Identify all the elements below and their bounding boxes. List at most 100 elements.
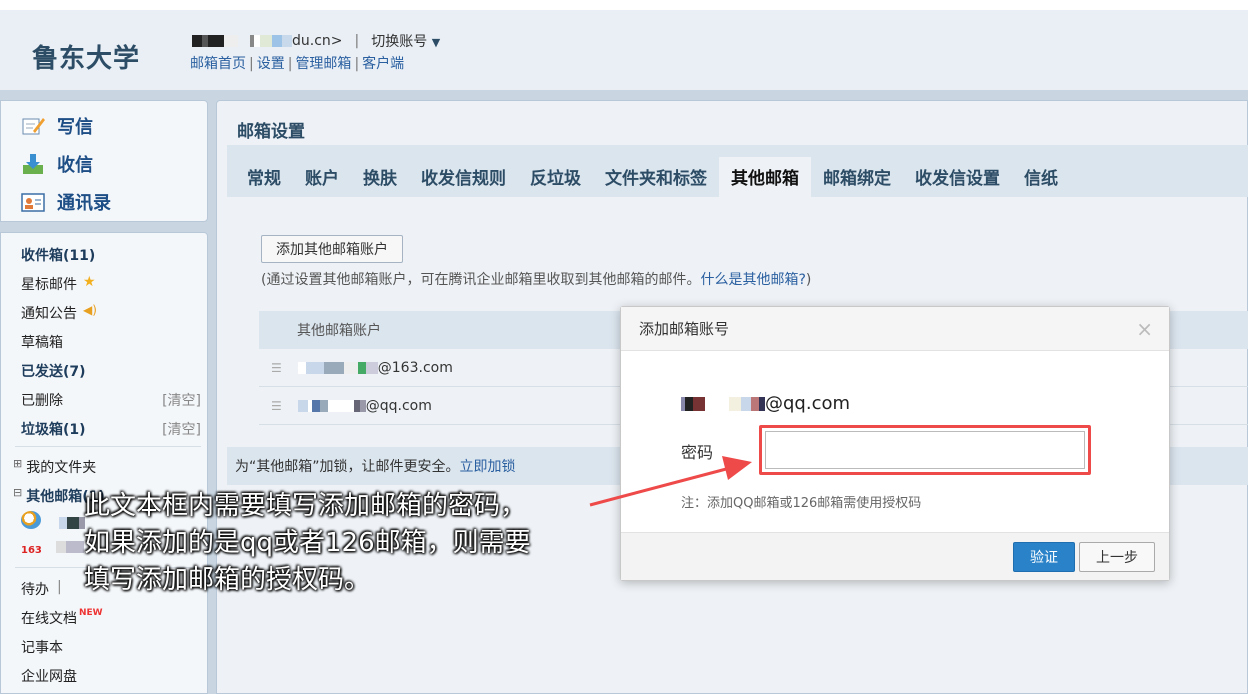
compose-icon — [21, 115, 45, 137]
empty-junk-link[interactable]: [清空] — [162, 419, 201, 439]
other-mailbox-163[interactable]: 163 — [21, 541, 85, 557]
tool-label: 企业网盘 — [21, 669, 77, 685]
settings-tabs: 常规 账户 换肤 收发信规则 反垃圾 文件夹和标签 其他邮箱 邮箱绑定 收发信设… — [227, 145, 1248, 197]
close-icon[interactable]: × — [1136, 317, 1153, 341]
annotation-line: 填写添加邮箱的授权码。 — [84, 565, 371, 595]
annotation-text: 此文本框内需要填写添加邮箱的密码， 如果添加的是qq或者126邮箱，则需要 填写… — [84, 488, 531, 599]
tab-send-receive-settings[interactable]: 收发信设置 — [903, 157, 1012, 197]
tab-general[interactable]: 常规 — [235, 157, 293, 197]
switch-account-link[interactable]: 切换账号 ▼ — [371, 31, 440, 51]
163-logo-icon: 163 — [21, 545, 42, 556]
expand-plus-icon: ⊞ — [13, 457, 23, 470]
compose-button[interactable]: 写信 — [21, 113, 93, 139]
tool-online-docs[interactable]: 在线文档 NEW — [21, 608, 201, 628]
command-box: 写信 收信 通讯录 — [0, 100, 208, 222]
what-is-other-mailbox-link[interactable]: 什么是其他邮箱? — [700, 272, 805, 288]
dialog-footer: 验证 上一步 — [621, 532, 1169, 580]
lock-now-link[interactable]: 立即加锁 — [460, 456, 516, 476]
folder-label: 收件箱(11) — [21, 248, 96, 264]
account-suffix: @163.com — [377, 359, 453, 376]
drag-handle-icon[interactable]: ☰ — [271, 399, 282, 413]
collapse-minus-icon: ⊟ — [13, 486, 23, 499]
receive-label: 收信 — [57, 155, 93, 176]
drag-handle-icon[interactable]: ☰ — [271, 361, 282, 375]
header: 鲁东大学 du.cn> | 切换账号 ▼ 邮箱首页 | 设置 | 管理邮箱 | 客户端 — [0, 10, 1248, 96]
folder-notices[interactable]: 通知公告 ◀) — [21, 303, 201, 323]
email-suffix: @qq.com — [765, 393, 851, 414]
tab-mailbox-binding[interactable]: 邮箱绑定 — [811, 157, 903, 197]
folder-drafts[interactable]: 草稿箱 — [21, 332, 201, 352]
folder-label: 星标邮件 — [21, 277, 77, 293]
add-other-mailbox-button[interactable]: 添加其他邮箱账户 — [261, 235, 403, 263]
my-folders[interactable]: ⊞ 我的文件夹 — [13, 457, 193, 477]
receive-button[interactable]: 收信 — [21, 151, 93, 177]
contacts-label: 通讯录 — [57, 193, 111, 214]
folder-sent[interactable]: 已发送(7) — [21, 361, 201, 381]
divider — [15, 446, 201, 447]
redacted-email — [250, 35, 292, 47]
account-email-suffix: du.cn> — [292, 33, 343, 49]
tool-separator: | — [57, 579, 62, 595]
dialog-email: @qq.com — [681, 393, 850, 414]
verify-button[interactable]: 验证 — [1013, 542, 1075, 572]
redacted-account — [297, 361, 378, 374]
tool-label: 记事本 — [21, 640, 63, 656]
empty-deleted-link[interactable]: [清空] — [162, 390, 201, 410]
manage-mailbox-link[interactable]: 管理邮箱 — [295, 56, 351, 72]
folder-deleted[interactable]: 已删除 [清空] — [21, 390, 201, 410]
page-title: 邮箱设置 — [237, 122, 305, 142]
redacted-account — [56, 541, 85, 553]
folder-inbox[interactable]: 收件箱(11) — [21, 245, 201, 265]
hint-prefix: (通过设置其他邮箱账户，可在腾讯企业邮箱里收取到其他邮箱的邮件。 — [261, 272, 701, 288]
hint-text: (通过设置其他邮箱账户，可在腾讯企业邮箱里收取到其他邮箱的邮件。什么是其他邮箱?… — [261, 269, 811, 289]
folder-starred[interactable]: 星标邮件 ★ — [21, 274, 201, 294]
caret-down-icon: ▼ — [431, 36, 441, 49]
annotation-line: 此文本框内需要填写添加邮箱的密码， — [84, 491, 527, 521]
mail-home-link[interactable]: 邮箱首页 — [190, 56, 246, 72]
tool-netdisk[interactable]: 企业网盘 — [21, 666, 201, 686]
auth-code-note: 注：添加QQ邮箱或126邮箱需使用授权码 — [681, 496, 922, 511]
tool-notepad[interactable]: 记事本 — [21, 637, 201, 657]
password-input[interactable] — [765, 431, 1085, 469]
tab-other-mailboxes[interactable]: 其他邮箱 — [719, 157, 811, 197]
tab-rules[interactable]: 收发信规则 — [409, 157, 518, 197]
tab-antispam[interactable]: 反垃圾 — [518, 157, 593, 197]
client-link[interactable]: 客户端 — [362, 56, 404, 72]
add-account-dialog: 添加邮箱账号 × @qq.com 密码 注：添加QQ邮箱或126邮箱需使用授权码… — [620, 306, 1170, 581]
star-icon: ★ — [83, 274, 96, 290]
sidebar: 写信 收信 通讯录 收件箱(11) 星标邮件 ★ 通知公告 ◀) 草稿箱 已发送(7… — [0, 96, 216, 694]
redacted-account — [59, 517, 86, 529]
tab-skin[interactable]: 换肤 — [351, 157, 409, 197]
switch-account-label: 切换账号 — [371, 34, 428, 50]
tab-account[interactable]: 账户 — [293, 157, 351, 197]
other-mailbox-qq[interactable] — [21, 511, 86, 533]
folder-list: 收件箱(11) 星标邮件 ★ 通知公告 ◀) 草稿箱 已发送(7) 已删除 [清空] … — [0, 232, 208, 694]
account-separator: | — [354, 33, 360, 49]
qq-logo-icon — [21, 511, 41, 529]
top-strip — [0, 0, 1248, 10]
logo[interactable]: 鲁东大学 — [32, 38, 140, 75]
lock-text: 为“其他邮箱”加锁，让邮件更安全。 — [235, 459, 460, 475]
hint-suffix: ) — [805, 272, 812, 288]
speaker-icon: ◀) — [83, 303, 97, 317]
redacted-name — [192, 35, 238, 47]
back-button[interactable]: 上一步 — [1079, 542, 1155, 572]
tab-folders-labels[interactable]: 文件夹和标签 — [593, 157, 719, 197]
redacted-account — [297, 399, 366, 412]
settings-link[interactable]: 设置 — [257, 56, 285, 72]
folder-label: 已删除 — [21, 393, 63, 409]
account-suffix: @qq.com — [365, 397, 432, 414]
contacts-button[interactable]: 通讯录 — [21, 189, 111, 215]
password-label: 密码 — [681, 443, 714, 462]
dialog-title: 添加邮箱账号 — [639, 320, 730, 338]
tab-stationery[interactable]: 信纸 — [1012, 157, 1070, 197]
folder-label: 通知公告 — [21, 306, 77, 322]
folder-junk[interactable]: 垃圾箱(1) [清空] — [21, 419, 201, 439]
contacts-icon — [21, 191, 45, 213]
annotation-line: 如果添加的是qq或者126邮箱，则需要 — [84, 528, 531, 558]
folder-label: 草稿箱 — [21, 335, 63, 351]
inbox-download-icon — [21, 153, 45, 175]
header-links: 邮箱首页 | 设置 | 管理邮箱 | 客户端 — [190, 56, 405, 72]
compose-label: 写信 — [57, 117, 93, 138]
new-badge: NEW — [79, 608, 103, 618]
